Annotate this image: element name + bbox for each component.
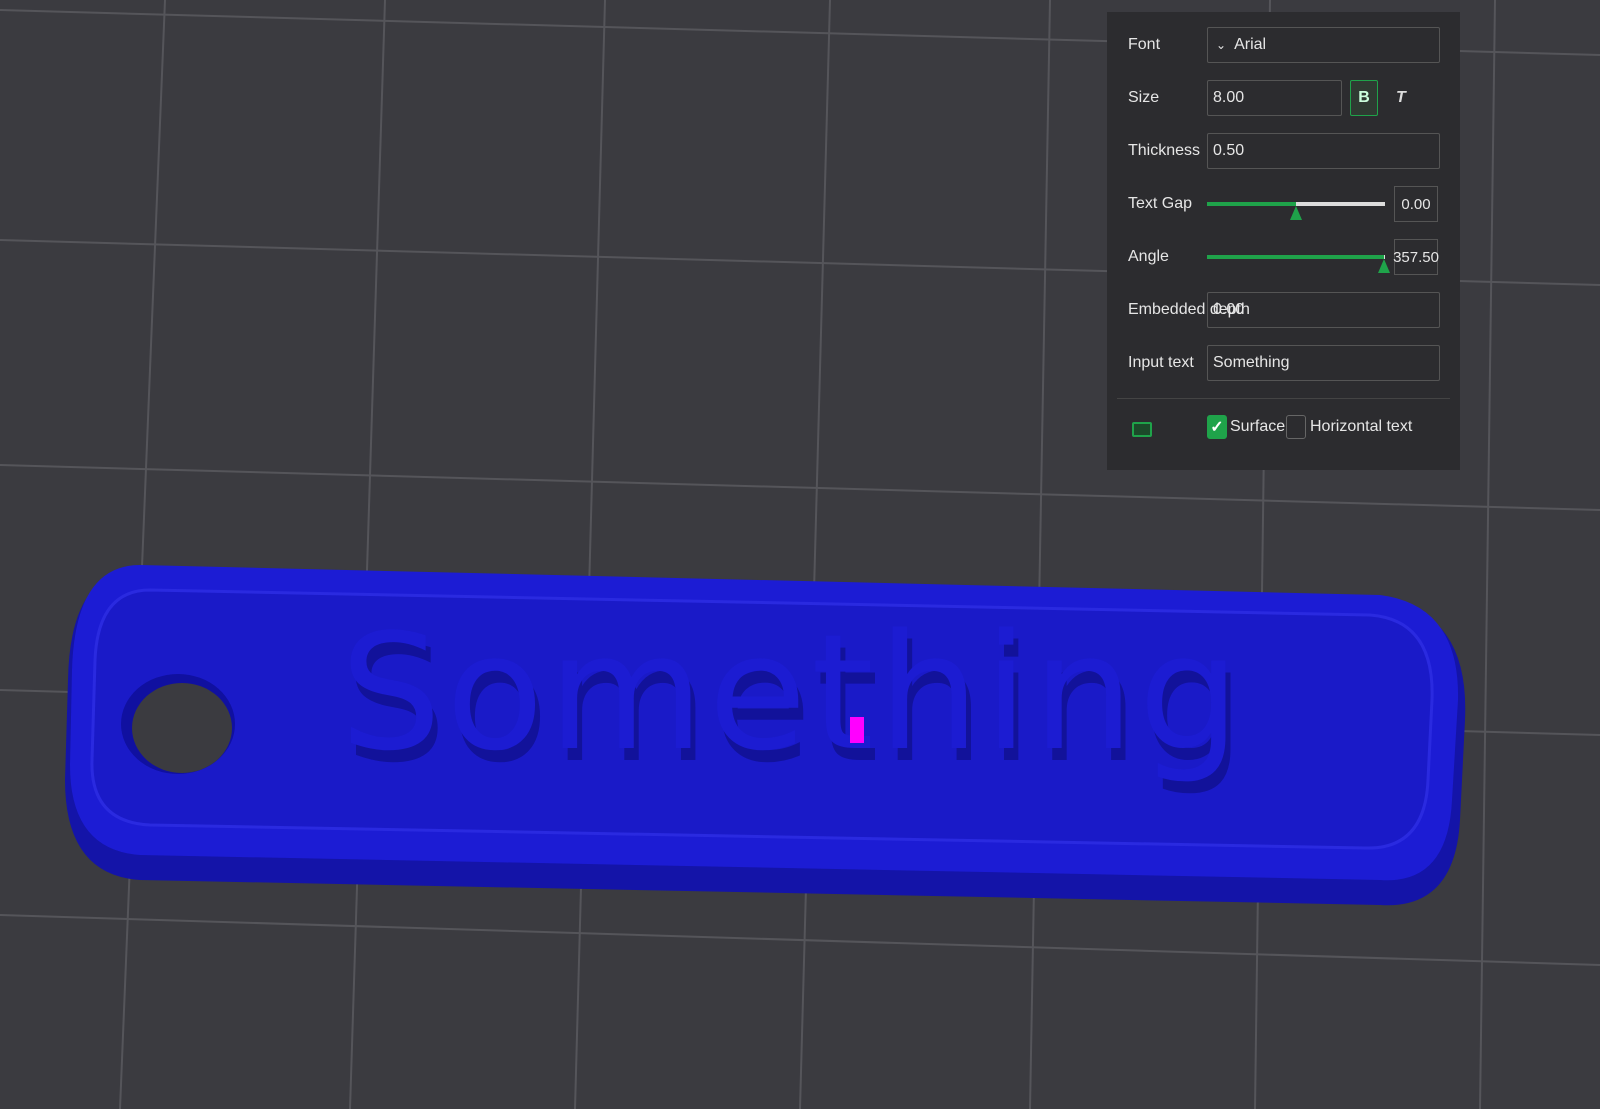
size-value: 8.00	[1213, 89, 1244, 107]
font-dropdown[interactable]: ⌄ Arial	[1207, 27, 1440, 63]
font-value: Arial	[1234, 36, 1266, 54]
check-icon: ✓	[1207, 415, 1227, 439]
text-tool-panel: Font ⌄ Arial Size 8.00 B T Thickness 0.5…	[1107, 12, 1460, 470]
angle-slider[interactable]	[1207, 255, 1385, 259]
slider-fill	[1207, 202, 1296, 206]
options-row: ✓ Surface Horizontal text	[1128, 408, 1440, 446]
font-row: Font ⌄ Arial	[1128, 26, 1440, 64]
thickness-input[interactable]: 0.50	[1207, 133, 1440, 169]
text-gap-input[interactable]: 0.00	[1394, 186, 1438, 222]
slider-fill	[1207, 255, 1384, 259]
font-label: Font	[1128, 36, 1160, 54]
input-text-row: Input text Something	[1128, 344, 1440, 382]
size-input[interactable]: 8.00	[1207, 80, 1342, 116]
size-row: Size 8.00 B T	[1128, 79, 1440, 117]
chevron-down-icon: ⌄	[1216, 38, 1226, 52]
slider-thumb[interactable]	[1290, 206, 1302, 220]
surface-checkbox[interactable]: ✓ Surface	[1207, 415, 1285, 439]
angle-row: Angle 357.50	[1128, 238, 1440, 276]
angle-input[interactable]: 357.50	[1394, 239, 1438, 275]
slider-thumb[interactable]	[1378, 259, 1390, 273]
input-text-field[interactable]: Something	[1207, 345, 1440, 381]
horizontal-text-checkbox[interactable]: Horizontal text	[1286, 415, 1412, 439]
divider	[1117, 398, 1450, 399]
input-text-value: Something	[1213, 354, 1290, 372]
horizontal-text-label: Horizontal text	[1310, 418, 1412, 436]
bold-button[interactable]: B	[1350, 80, 1378, 116]
thickness-value: 0.50	[1213, 142, 1244, 160]
input-text-label: Input text	[1128, 354, 1194, 372]
thickness-row: Thickness 0.50	[1128, 132, 1440, 170]
embossed-text: Something	[340, 599, 1240, 786]
thickness-label: Thickness	[1128, 142, 1200, 160]
embedded-depth-label: Embedded depth	[1128, 301, 1250, 319]
text-gap-row: Text Gap 0.00	[1128, 185, 1440, 223]
keyboard-icon[interactable]	[1132, 422, 1152, 437]
italic-button[interactable]: T	[1396, 89, 1406, 107]
checkbox-box	[1286, 415, 1306, 439]
text-gap-label: Text Gap	[1128, 195, 1192, 213]
keychain-model[interactable]: Something Something	[65, 565, 1465, 905]
text-cursor	[850, 717, 864, 743]
surface-label: Surface	[1230, 418, 1285, 436]
angle-label: Angle	[1128, 248, 1169, 266]
embedded-depth-row: 0.00 Embedded depth	[1128, 291, 1440, 329]
size-label: Size	[1128, 89, 1159, 107]
text-gap-slider[interactable]	[1207, 202, 1385, 206]
